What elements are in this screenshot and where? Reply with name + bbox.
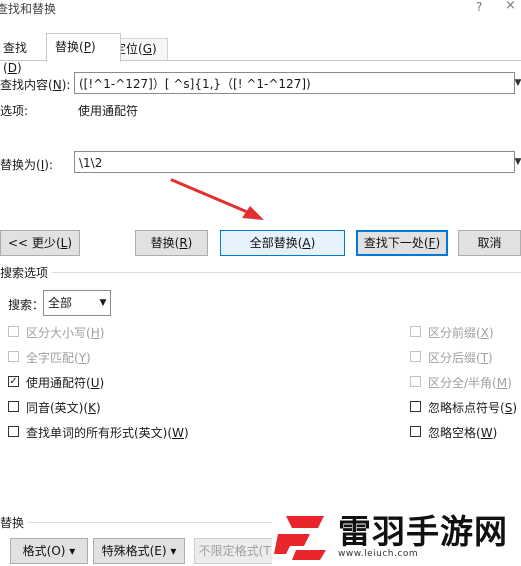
checkbox-box[interactable] — [410, 326, 421, 337]
options-value: 使用通配符 — [78, 104, 139, 118]
checkbox-box-checked[interactable]: ✓ — [8, 376, 19, 387]
title-bar: 查找和替换 ? × — [0, 0, 521, 24]
search-direction-label: 搜索： — [8, 298, 45, 312]
watermark-logo-icon — [272, 508, 332, 564]
less-button[interactable]: << 更少(L) — [0, 230, 80, 256]
find-input[interactable]: ([!^1-^127]）[ ^s]{1,}（[! ^1-^127]) — [74, 72, 515, 94]
watermark-url: www.leiuch.com — [338, 549, 419, 559]
checkbox-label: 区分前缀(X) — [428, 326, 494, 340]
tab-find-label: 查找 — [3, 41, 28, 55]
checkbox-box[interactable] — [8, 401, 19, 412]
checkbox-label: 区分大小写(H) — [26, 326, 105, 340]
red-arrow-annotation — [170, 178, 264, 220]
caret-down-icon: ▾ — [170, 544, 177, 558]
search-direction-value: 全部 — [48, 296, 73, 310]
replace-group-divider — [28, 522, 274, 523]
find-label: 查找内容(N): — [0, 78, 71, 92]
replace-input[interactable]: \1\2 — [74, 151, 515, 173]
search-options-divider — [52, 272, 521, 273]
cancel-button[interactable]: 取消 — [458, 230, 521, 256]
checkbox-box[interactable] — [410, 426, 421, 437]
no-formatting-button[interactable]: 不限定格式(T) — [194, 538, 280, 564]
checkbox-box[interactable] — [410, 376, 421, 387]
help-button[interactable]: ? — [476, 0, 482, 14]
checkbox-label: 忽略标点符号(S) — [428, 401, 518, 415]
watermark-brand-name: 雷羽手游网 — [338, 512, 508, 551]
checkbox-box[interactable] — [8, 426, 19, 437]
checkbox-label: 同音(英文)(K) — [26, 401, 101, 415]
checkbox-box[interactable] — [410, 351, 421, 362]
replace-all-button[interactable]: 全部替换(A) — [220, 230, 345, 256]
tab-find[interactable]: 查找(D) — [0, 38, 48, 75]
options-label: 选项: — [0, 104, 29, 118]
tab-replace-label: 替换 — [55, 40, 80, 54]
tab-replace-key: P — [83, 40, 91, 54]
caret-down-icon: ▾ — [69, 544, 76, 558]
window-title: 查找和替换 — [0, 2, 57, 16]
checkbox-label: 全字匹配(Y) — [26, 351, 91, 365]
checkbox-label: 使用通配符(U) — [26, 376, 105, 390]
tab-replace[interactable]: 替换(P) — [46, 33, 121, 62]
checkbox-box[interactable] — [8, 326, 19, 337]
special-format-button[interactable]: 特殊格式(E) ▾ — [93, 538, 185, 564]
checkbox-label: 查找单词的所有形式(英文)(W) — [26, 426, 189, 440]
tab-goto-key: G — [142, 42, 153, 56]
replace-group-title: 替换 — [0, 516, 25, 530]
checkbox-label: 区分后缀(T) — [428, 351, 493, 365]
replace-history-dropdown[interactable]: ▼ — [511, 151, 521, 173]
checkbox-label: 忽略空格(W) — [428, 426, 498, 440]
search-options-title: 搜索选项 — [0, 266, 49, 280]
checkbox-box[interactable] — [410, 401, 421, 412]
find-history-dropdown[interactable]: ▼ — [511, 72, 521, 94]
format-button[interactable]: 格式(O) ▾ — [10, 538, 88, 564]
find-next-button[interactable]: 查找下一处(F) — [356, 230, 448, 256]
tab-find-key: D — [7, 61, 17, 75]
search-direction-select[interactable]: 全部 ▼ — [43, 290, 111, 316]
replace-button[interactable]: 替换(R) — [135, 230, 208, 256]
checkbox-label: 区分全/半角(M) — [428, 376, 512, 390]
chevron-down-icon: ▼ — [99, 298, 107, 308]
close-button[interactable]: × — [505, 0, 516, 13]
checkbox-box[interactable] — [8, 351, 19, 362]
replace-label: 替换为(I): — [0, 158, 53, 172]
